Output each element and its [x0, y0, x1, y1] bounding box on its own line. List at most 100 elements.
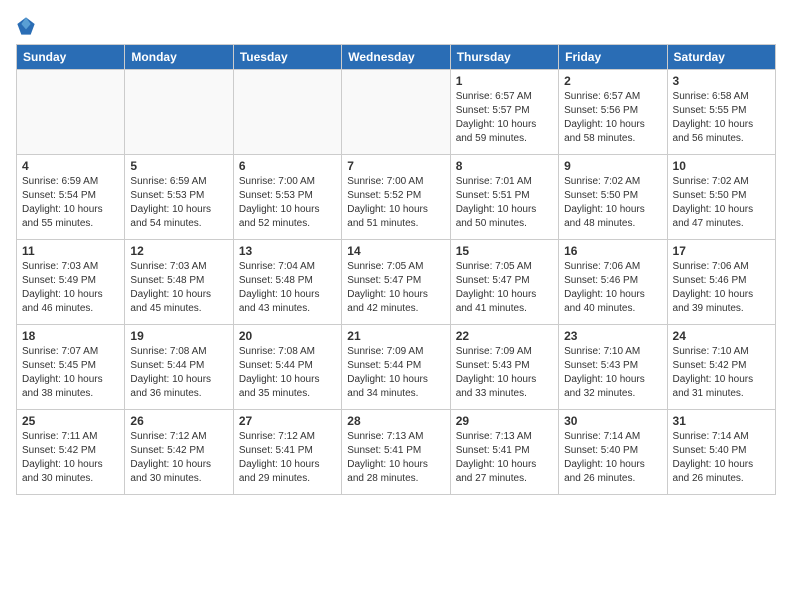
- calendar-day: 26 Sunrise: 7:12 AM Sunset: 5:42 PM Dayli…: [125, 410, 233, 495]
- day-info: Sunrise: 7:13 AM Sunset: 5:41 PM Dayligh…: [347, 430, 444, 486]
- day-of-week-header: Tuesday: [233, 45, 341, 70]
- day-info: Sunrise: 7:01 AM Sunset: 5:51 PM Dayligh…: [456, 175, 553, 231]
- day-number: 2: [564, 74, 661, 88]
- calendar-day: 8 Sunrise: 7:01 AM Sunset: 5:51 PM Daylig…: [450, 155, 558, 240]
- day-info: Sunrise: 7:00 AM Sunset: 5:53 PM Dayligh…: [239, 175, 336, 231]
- day-of-week-header: Sunday: [17, 45, 125, 70]
- week-row: 18 Sunrise: 7:07 AM Sunset: 5:45 PM Dayli…: [17, 325, 776, 410]
- calendar-day: 6Sunrise: 7:00 AM Sunset: 5:53 PM Daylig…: [233, 155, 341, 240]
- day-number: 11: [22, 244, 119, 258]
- calendar-day: 29 Sunrise: 7:13 AM Sunset: 5:41 PM Dayli…: [450, 410, 558, 495]
- day-of-week-header: Friday: [559, 45, 667, 70]
- day-number: 28: [347, 414, 444, 428]
- header-row: SundayMondayTuesdayWednesdayThursdayFrid…: [17, 45, 776, 70]
- calendar-day: [125, 70, 233, 155]
- day-info: Sunrise: 7:13 AM Sunset: 5:41 PM Dayligh…: [456, 430, 553, 486]
- calendar-day: 23Sunrise: 7:10 AM Sunset: 5:43 PM Dayli…: [559, 325, 667, 410]
- day-info: Sunrise: 7:05 AM Sunset: 5:47 PM Dayligh…: [347, 260, 444, 316]
- day-info: Sunrise: 6:57 AM Sunset: 5:56 PM Dayligh…: [564, 90, 661, 146]
- day-number: 3: [673, 74, 770, 88]
- day-of-week-header: Monday: [125, 45, 233, 70]
- day-info: Sunrise: 7:03 AM Sunset: 5:49 PM Dayligh…: [22, 260, 119, 316]
- day-info: Sunrise: 6:59 AM Sunset: 5:53 PM Dayligh…: [130, 175, 227, 231]
- calendar-day: 30 Sunrise: 7:14 AM Sunset: 5:40 PM Dayli…: [559, 410, 667, 495]
- calendar-day: 24 Sunrise: 7:10 AM Sunset: 5:42 PM Dayli…: [667, 325, 775, 410]
- day-info: Sunrise: 7:14 AM Sunset: 5:40 PM Dayligh…: [673, 430, 770, 486]
- day-info: Sunrise: 7:05 AM Sunset: 5:47 PM Dayligh…: [456, 260, 553, 316]
- day-number: 14: [347, 244, 444, 258]
- calendar-day: 25 Sunrise: 7:11 AM Sunset: 5:42 PM Dayli…: [17, 410, 125, 495]
- day-of-week-header: Saturday: [667, 45, 775, 70]
- day-number: 21: [347, 329, 444, 343]
- day-number: 12: [130, 244, 227, 258]
- day-info: Sunrise: 7:09 AM Sunset: 5:44 PM Dayligh…: [347, 345, 444, 401]
- calendar-day: 7Sunrise: 7:00 AM Sunset: 5:52 PM Daylig…: [342, 155, 450, 240]
- day-number: 15: [456, 244, 553, 258]
- calendar-day: 10Sunrise: 7:02 AM Sunset: 5:50 PM Dayli…: [667, 155, 775, 240]
- day-info: Sunrise: 7:07 AM Sunset: 5:45 PM Dayligh…: [22, 345, 119, 401]
- day-number: 8: [456, 159, 553, 173]
- day-info: Sunrise: 7:03 AM Sunset: 5:48 PM Dayligh…: [130, 260, 227, 316]
- calendar-day: 22Sunrise: 7:09 AM Sunset: 5:43 PM Dayli…: [450, 325, 558, 410]
- day-number: 31: [673, 414, 770, 428]
- calendar-day: 13 Sunrise: 7:04 AM Sunset: 5:48 PM Dayli…: [233, 240, 341, 325]
- page-header: [16, 16, 776, 36]
- day-info: Sunrise: 7:02 AM Sunset: 5:50 PM Dayligh…: [564, 175, 661, 231]
- day-info: Sunrise: 7:11 AM Sunset: 5:42 PM Dayligh…: [22, 430, 119, 486]
- day-info: Sunrise: 7:10 AM Sunset: 5:42 PM Dayligh…: [673, 345, 770, 401]
- day-info: Sunrise: 7:06 AM Sunset: 5:46 PM Dayligh…: [673, 260, 770, 316]
- day-number: 1: [456, 74, 553, 88]
- calendar-body: 1Sunrise: 6:57 AM Sunset: 5:57 PM Daylig…: [17, 70, 776, 495]
- day-number: 19: [130, 329, 227, 343]
- day-info: Sunrise: 6:59 AM Sunset: 5:54 PM Dayligh…: [22, 175, 119, 231]
- calendar-day: 11 Sunrise: 7:03 AM Sunset: 5:49 PM Dayli…: [17, 240, 125, 325]
- calendar-day: 4 Sunrise: 6:59 AM Sunset: 5:54 PM Daylig…: [17, 155, 125, 240]
- day-number: 4: [22, 159, 119, 173]
- day-number: 9: [564, 159, 661, 173]
- day-info: Sunrise: 7:06 AM Sunset: 5:46 PM Dayligh…: [564, 260, 661, 316]
- day-number: 27: [239, 414, 336, 428]
- day-info: Sunrise: 7:04 AM Sunset: 5:48 PM Dayligh…: [239, 260, 336, 316]
- calendar-day: 31 Sunrise: 7:14 AM Sunset: 5:40 PM Dayli…: [667, 410, 775, 495]
- day-info: Sunrise: 6:58 AM Sunset: 5:55 PM Dayligh…: [673, 90, 770, 146]
- day-info: Sunrise: 7:12 AM Sunset: 5:41 PM Dayligh…: [239, 430, 336, 486]
- calendar-day: 27 Sunrise: 7:12 AM Sunset: 5:41 PM Dayli…: [233, 410, 341, 495]
- calendar-day: 9 Sunrise: 7:02 AM Sunset: 5:50 PM Daylig…: [559, 155, 667, 240]
- day-number: 7: [347, 159, 444, 173]
- calendar-day: 12 Sunrise: 7:03 AM Sunset: 5:48 PM Dayli…: [125, 240, 233, 325]
- calendar-day: 15 Sunrise: 7:05 AM Sunset: 5:47 PM Dayli…: [450, 240, 558, 325]
- day-number: 16: [564, 244, 661, 258]
- calendar-day: 17 Sunrise: 7:06 AM Sunset: 5:46 PM Dayli…: [667, 240, 775, 325]
- day-number: 29: [456, 414, 553, 428]
- calendar-header: SundayMondayTuesdayWednesdayThursdayFrid…: [17, 45, 776, 70]
- day-info: Sunrise: 7:02 AM Sunset: 5:50 PM Dayligh…: [673, 175, 770, 231]
- logo-icon: [16, 16, 36, 36]
- day-number: 24: [673, 329, 770, 343]
- calendar-day: 19 Sunrise: 7:08 AM Sunset: 5:44 PM Dayli…: [125, 325, 233, 410]
- day-number: 26: [130, 414, 227, 428]
- calendar-day: 20Sunrise: 7:08 AM Sunset: 5:44 PM Dayli…: [233, 325, 341, 410]
- day-number: 30: [564, 414, 661, 428]
- calendar-day: 18 Sunrise: 7:07 AM Sunset: 5:45 PM Dayli…: [17, 325, 125, 410]
- day-number: 18: [22, 329, 119, 343]
- day-info: Sunrise: 7:10 AM Sunset: 5:43 PM Dayligh…: [564, 345, 661, 401]
- calendar-day: 2 Sunrise: 6:57 AM Sunset: 5:56 PM Daylig…: [559, 70, 667, 155]
- day-info: Sunrise: 7:14 AM Sunset: 5:40 PM Dayligh…: [564, 430, 661, 486]
- day-number: 22: [456, 329, 553, 343]
- calendar-day: 28 Sunrise: 7:13 AM Sunset: 5:41 PM Dayli…: [342, 410, 450, 495]
- day-info: Sunrise: 7:08 AM Sunset: 5:44 PM Dayligh…: [239, 345, 336, 401]
- calendar-day: [233, 70, 341, 155]
- day-number: 17: [673, 244, 770, 258]
- week-row: 11 Sunrise: 7:03 AM Sunset: 5:49 PM Dayli…: [17, 240, 776, 325]
- week-row: 4 Sunrise: 6:59 AM Sunset: 5:54 PM Daylig…: [17, 155, 776, 240]
- day-number: 13: [239, 244, 336, 258]
- calendar-day: [17, 70, 125, 155]
- calendar-day: 5Sunrise: 6:59 AM Sunset: 5:53 PM Daylig…: [125, 155, 233, 240]
- day-of-week-header: Thursday: [450, 45, 558, 70]
- day-number: 25: [22, 414, 119, 428]
- calendar-day: [342, 70, 450, 155]
- calendar-day: 21 Sunrise: 7:09 AM Sunset: 5:44 PM Dayli…: [342, 325, 450, 410]
- day-info: Sunrise: 7:12 AM Sunset: 5:42 PM Dayligh…: [130, 430, 227, 486]
- week-row: 25 Sunrise: 7:11 AM Sunset: 5:42 PM Dayli…: [17, 410, 776, 495]
- day-info: Sunrise: 7:08 AM Sunset: 5:44 PM Dayligh…: [130, 345, 227, 401]
